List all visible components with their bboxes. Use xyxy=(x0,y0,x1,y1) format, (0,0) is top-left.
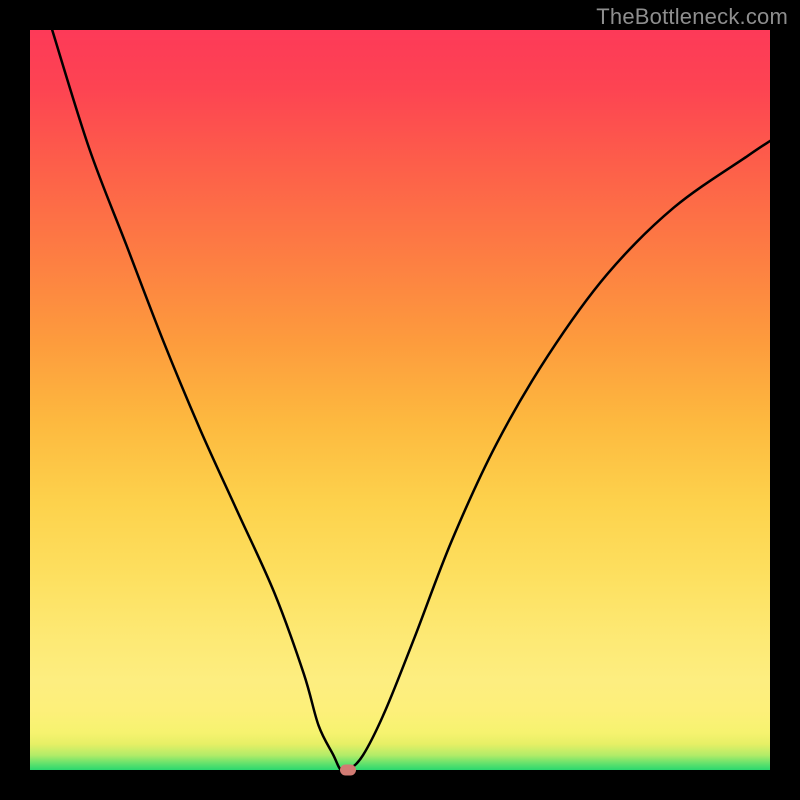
minimum-marker xyxy=(340,765,356,776)
bottleneck-curve xyxy=(52,30,770,770)
watermark-text: TheBottleneck.com xyxy=(596,4,788,30)
curve-svg xyxy=(30,30,770,770)
chart-frame: TheBottleneck.com xyxy=(0,0,800,800)
plot-area xyxy=(30,30,770,770)
